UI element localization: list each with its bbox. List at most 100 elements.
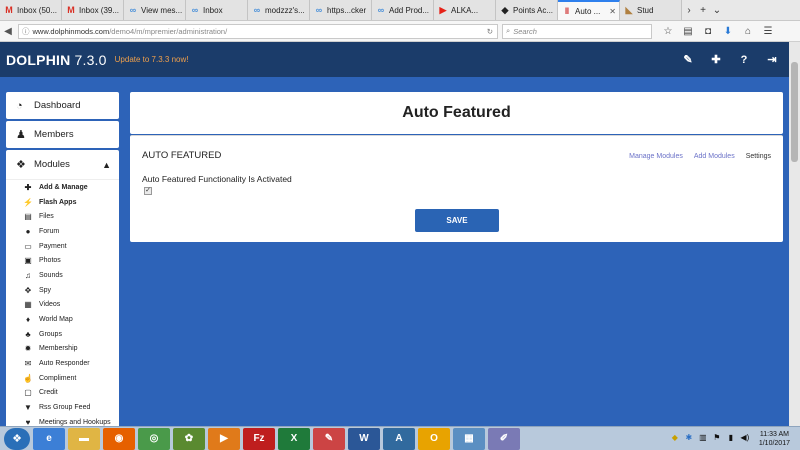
battery-icon[interactable]: ▮ — [725, 433, 737, 445]
search-input[interactable]: ⌕ Search — [502, 23, 652, 39]
page-scrollbar[interactable] — [789, 42, 800, 426]
info-icon[interactable]: ⓘ — [22, 26, 30, 37]
update-link[interactable]: Update to 7.3.3 now! — [115, 55, 189, 64]
help-icon[interactable]: ? — [730, 50, 758, 70]
scrollbar-thumb[interactable] — [791, 62, 798, 162]
browser-tab[interactable]: ∞ Inbox — [186, 0, 248, 20]
settings-link[interactable]: Settings — [746, 153, 771, 160]
reload-icon[interactable]: ↻ — [487, 27, 493, 36]
sidebar-item-modules[interactable]: ❖ Modules ▲ — [6, 150, 119, 180]
module-item-label: Meetings and Hookups — [39, 418, 111, 426]
browser-tab[interactable]: ‖ Auto ... ✕ — [558, 0, 620, 20]
clock[interactable]: 11:33 AM 1/10/2017 — [759, 430, 790, 448]
module-item-label: Auto Responder — [39, 360, 90, 368]
bluetooth-icon[interactable]: ✱ — [683, 433, 695, 445]
taskbar-app-photos[interactable]: ▦ — [453, 427, 485, 450]
module-item[interactable]: ✚ Add & Manage — [6, 180, 119, 195]
browser-tab[interactable]: ◣ Stud — [620, 0, 682, 20]
activation-checkbox[interactable]: ✓ — [144, 187, 152, 195]
home-icon[interactable]: ⌂ — [738, 23, 758, 39]
section-title: AUTO FEATURED — [142, 150, 222, 161]
taskbar-app-excel[interactable]: X — [278, 427, 310, 450]
module-item[interactable]: ⚡ Flash Apps — [6, 195, 119, 210]
network-icon[interactable]: ▥ — [697, 433, 709, 445]
taskbar-app-ie[interactable]: e — [33, 427, 65, 450]
sidebar-item-dashboard[interactable]: ◔ Dashboard — [6, 92, 119, 119]
module-item[interactable]: ▼ Rss Group Feed — [6, 400, 119, 415]
module-item[interactable]: ▦ Videos — [6, 298, 119, 313]
taskbar-app-firefox[interactable]: ◉ — [103, 427, 135, 450]
module-item[interactable]: ♫ Sounds — [6, 268, 119, 283]
bookmark-star-icon[interactable]: ☆ — [658, 23, 678, 39]
module-item[interactable]: ♣ Groups — [6, 327, 119, 342]
card-icon: ▭ — [24, 241, 32, 251]
photo-icon: ▣ — [24, 256, 32, 266]
module-item[interactable]: ✉ Auto Responder — [6, 356, 119, 371]
start-button[interactable]: ❖ — [4, 427, 30, 450]
taskbar-app-paint[interactable]: ✎ — [313, 427, 345, 450]
add-modules-link[interactable]: Add Modules — [694, 153, 735, 160]
url-bar[interactable]: ⓘ www.dolphinmods.com/demo4/m/mpremier/a… — [18, 23, 498, 39]
taskbar-app-word[interactable]: W — [348, 427, 380, 450]
module-item[interactable]: ♦ World Map — [6, 312, 119, 327]
reading-list-icon[interactable]: ▤ — [678, 23, 698, 39]
browser-tab[interactable]: M Inbox (50... — [0, 0, 62, 20]
volume-icon[interactable]: ◀) — [739, 433, 751, 445]
back-icon[interactable]: ◀ — [0, 23, 16, 39]
module-item-label: World Map — [39, 316, 73, 324]
modules-panel: ❖ Modules ▲ ✚ Add & Manage ⚡ Flash Apps ▤ Fil… — [6, 150, 119, 426]
taskbar-app-media[interactable]: ▶ — [208, 427, 240, 450]
browser-tab[interactable]: ∞ View mes... — [124, 0, 186, 20]
module-item-label: Flash Apps — [39, 198, 77, 206]
chevron-up-icon[interactable]: ▲ — [102, 160, 111, 170]
browser-tab[interactable]: ∞ https...cker — [310, 0, 372, 20]
module-item[interactable]: ● Forum — [6, 224, 119, 239]
module-item[interactable]: ✥ Spy — [6, 283, 119, 298]
sidebar-item-members[interactable]: ♟ Members — [6, 121, 119, 148]
browser-nav-bar: ◀ ⓘ www.dolphinmods.com/demo4/m/mpremier… — [0, 21, 800, 42]
cubes-icon: ❖ — [16, 159, 26, 171]
browser-tab-label: Inbox (50... — [17, 5, 58, 15]
save-button[interactable]: SAVE — [415, 209, 499, 232]
taskbar-app-filezilla[interactable]: Fz — [243, 427, 275, 450]
gmail-icon: M — [5, 5, 13, 15]
browser-tab[interactable]: ∞ Add Prod... — [372, 0, 434, 20]
module-item[interactable]: ▤ Files — [6, 209, 119, 224]
close-tab-icon[interactable]: ✕ — [609, 7, 616, 16]
taskbar-app-publisher[interactable]: A — [383, 427, 415, 450]
browser-tab[interactable]: ∞ modzzz's... — [248, 0, 310, 20]
browser-tab[interactable]: ◆ Points Ac... — [496, 0, 558, 20]
browser-tab[interactable]: ▶ ALKA... — [434, 0, 496, 20]
module-item[interactable]: ▭ Payment — [6, 239, 119, 254]
site-logo[interactable]: DOLPHIN 7.3.0 — [6, 52, 107, 68]
manage-modules-link[interactable]: Manage Modules — [629, 153, 683, 160]
logout-icon[interactable]: ⇥ — [758, 50, 786, 70]
tab-scroll-right-icon[interactable]: › — [682, 0, 696, 20]
menu-icon[interactable]: ☰ — [758, 23, 778, 39]
browser-tab[interactable]: M Inbox (39... — [62, 0, 124, 20]
module-item[interactable]: ✹ Membership — [6, 342, 119, 357]
module-item[interactable]: ♥ Meetings and Hookups — [6, 415, 119, 426]
module-item[interactable]: ▣ Photos — [6, 253, 119, 268]
module-item[interactable]: ☝ Compliment — [6, 371, 119, 386]
pocket-icon[interactable]: ◘ — [698, 23, 718, 39]
members-icon: ♟ — [16, 129, 26, 141]
taskbar-app-explorer[interactable]: ▬ — [68, 427, 100, 450]
taskbar-app-brush[interactable]: ✐ — [488, 427, 520, 450]
taskbar-app-frog[interactable]: ✿ — [173, 427, 205, 450]
download-icon[interactable]: ⬇ — [718, 23, 738, 39]
puzzle-icon[interactable]: ✚ — [702, 50, 730, 70]
module-item-label: Groups — [39, 330, 62, 338]
page-title-card: Auto Featured — [130, 92, 783, 134]
taskbar-app-outlook[interactable]: O — [418, 427, 450, 450]
shield-icon[interactable]: ◆ — [669, 433, 681, 445]
browser-tab-label: modzzz's... — [265, 5, 305, 15]
new-tab-icon[interactable]: + — [696, 0, 710, 20]
sidebar: ◔ Dashboard ♟ Members ❖ Modules ▲ ✚ Add &… — [6, 92, 119, 426]
taskbar-app-chrome[interactable]: ◎ — [138, 427, 170, 450]
module-item[interactable]: ▢ Credit — [6, 386, 119, 401]
tab-list-icon[interactable]: ⌄ — [710, 0, 724, 20]
flag-icon[interactable]: ⚑ — [711, 433, 723, 445]
edit-icon[interactable]: ✎ — [674, 50, 702, 70]
module-list: ✚ Add & Manage ⚡ Flash Apps ▤ Files ● Forum ▭ Pay… — [6, 180, 119, 426]
